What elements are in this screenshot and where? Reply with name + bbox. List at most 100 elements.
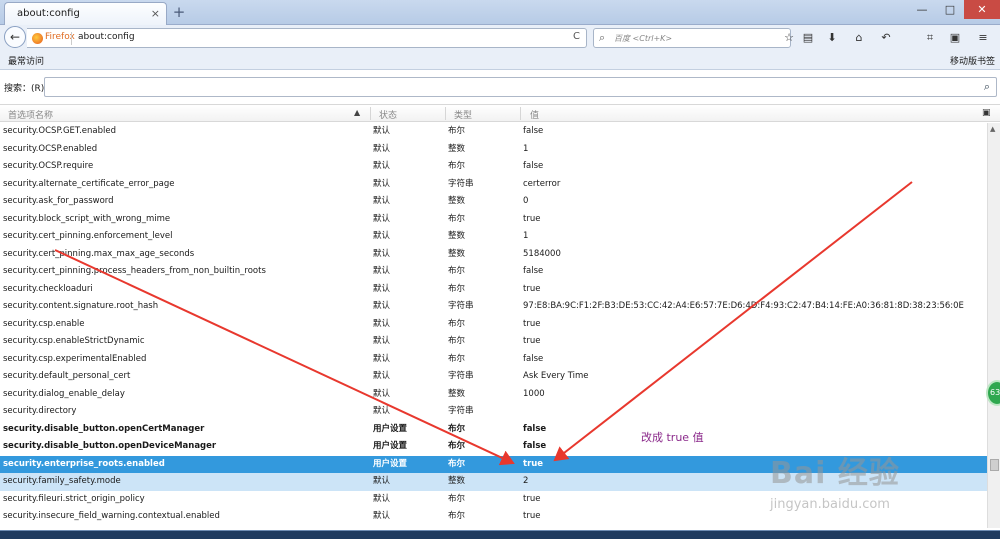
- scroll-up-icon[interactable]: ▲: [990, 125, 995, 133]
- pref-value: false: [523, 353, 544, 364]
- maximize-button[interactable]: □: [936, 0, 964, 19]
- table-row[interactable]: security.ask_for_password 默认 整数 0: [0, 193, 987, 211]
- table-row[interactable]: security.cert_pinning.max_max_age_second…: [0, 246, 987, 264]
- pref-name: security.OCSP.enabled: [3, 143, 98, 154]
- close-window-button[interactable]: ✕: [964, 0, 1000, 19]
- filter-bar: 搜索：(R) ⌕: [0, 71, 1000, 101]
- pref-value: true: [523, 283, 541, 294]
- pref-type: 字符串: [448, 406, 474, 416]
- pref-type: 整数: [448, 476, 466, 486]
- pref-type: 布尔: [448, 126, 466, 136]
- pref-status: 默认: [373, 283, 391, 294]
- search-engine-icon[interactable]: ⌕: [599, 31, 605, 45]
- back-button[interactable]: ←: [4, 26, 26, 48]
- table-row[interactable]: security.OCSP.enabled 默认 整数 1: [0, 141, 987, 159]
- pref-type: 布尔: [448, 318, 466, 329]
- column-header-value[interactable]: 值: [530, 108, 539, 121]
- column-header-name[interactable]: 首选项名称: [8, 108, 53, 121]
- home-icon[interactable]: ⌂: [851, 30, 867, 46]
- tab-close-icon[interactable]: ×: [151, 7, 160, 20]
- column-divider[interactable]: [520, 107, 521, 120]
- column-header-status[interactable]: 状态: [379, 108, 397, 121]
- pref-name: security.OCSP.GET.enabled: [3, 126, 117, 136]
- pref-type: 整数: [448, 143, 466, 154]
- pref-status: 默认: [373, 126, 391, 136]
- table-row[interactable]: security.family_safety.mode 默认 整数 2: [0, 473, 987, 491]
- menu-icon[interactable]: ≡: [975, 30, 991, 46]
- pref-status: 默认: [373, 196, 391, 206]
- table-row[interactable]: security.csp.experimentalEnabled 默认 布尔 fals…: [0, 351, 987, 369]
- pref-type: 字符串: [448, 301, 474, 311]
- table-row[interactable]: security.disable_button.openDeviceManage…: [0, 438, 987, 456]
- download-icon[interactable]: ⬇: [824, 30, 840, 46]
- pref-name: security.checkloaduri: [3, 283, 93, 294]
- table-row[interactable]: security.cert_pinning.enforcement_level 默…: [0, 228, 987, 246]
- pref-name: security.cert_pinning.max_max_age_second…: [3, 248, 195, 259]
- table-row[interactable]: security.block_script_with_wrong_mime 默认 布…: [0, 211, 987, 229]
- table-row[interactable]: security.default_personal_cert 默认 字符串 Ask E…: [0, 368, 987, 386]
- table-row[interactable]: security.checkloaduri 默认 布尔 true: [0, 281, 987, 299]
- table-row[interactable]: security.csp.enableStrictDynamic 默认 布尔 true: [0, 333, 987, 351]
- scrollbar-thumb[interactable]: [990, 459, 999, 471]
- table-row[interactable]: security.csp.enable 默认 布尔 true: [0, 316, 987, 334]
- vertical-scrollbar[interactable]: ▲: [987, 123, 1000, 528]
- column-divider[interactable]: [445, 107, 446, 120]
- table-row[interactable]: security.OCSP.require 默认 布尔 false: [0, 158, 987, 176]
- minimize-button[interactable]: —: [908, 0, 936, 19]
- pref-name: security.content.signature.root_hash: [3, 301, 159, 311]
- pref-status: 默认: [373, 318, 391, 329]
- column-divider[interactable]: [370, 107, 371, 120]
- annotation-text: 改成 true 值: [641, 431, 704, 444]
- table-row[interactable]: security.fileuri.strict_origin_policy 默认 布…: [0, 491, 987, 509]
- pref-status: 默认: [373, 476, 391, 486]
- table-row[interactable]: security.cert_pinning.process_headers_fr…: [0, 263, 987, 281]
- pref-type: 字符串: [448, 178, 474, 189]
- table-row[interactable]: security.insecure_field_warning.contextu…: [0, 508, 987, 526]
- pref-type: 布尔: [448, 458, 466, 469]
- filter-input[interactable]: ⌕: [44, 77, 997, 97]
- pref-value: Ask Every Time: [523, 371, 589, 381]
- undo-icon[interactable]: ↶: [878, 30, 894, 46]
- pref-value: true: [523, 511, 541, 521]
- star-icon[interactable]: ☆: [781, 30, 797, 46]
- table-row[interactable]: security.enterprise_roots.enabled 用户设置 布尔 t…: [0, 455, 987, 473]
- pref-value: false: [523, 126, 544, 136]
- pref-value: 1000: [523, 388, 545, 399]
- mobile-bookmarks[interactable]: 移动版书签: [950, 54, 995, 67]
- table-row[interactable]: security.OCSP.GET.enabled 默认 布尔 false: [0, 123, 987, 141]
- pref-value: 2: [523, 476, 529, 486]
- pref-type: 布尔: [448, 283, 466, 294]
- reload-icon[interactable]: C: [573, 31, 580, 42]
- pref-type: 布尔: [448, 266, 466, 276]
- pref-type: 布尔: [448, 493, 466, 504]
- pref-type: 整数: [448, 231, 466, 241]
- column-header-type[interactable]: 类型: [454, 108, 472, 121]
- pref-name: security.default_personal_cert: [3, 371, 131, 381]
- new-tab-button[interactable]: +: [170, 3, 188, 21]
- pref-status: 默认: [373, 406, 391, 416]
- tab-about-config[interactable]: about:config ×: [4, 2, 167, 25]
- table-row[interactable]: security.disable_button.openCertManager 用…: [0, 421, 987, 439]
- crop-icon[interactable]: ⌗: [922, 30, 938, 46]
- pref-status: 默认: [373, 511, 391, 521]
- reader-icon[interactable]: ▤: [800, 30, 816, 46]
- table-row[interactable]: security.content.signature.root_hash 默认 字符…: [0, 298, 987, 316]
- pref-value: 0: [523, 196, 529, 206]
- table-row[interactable]: security.directory 默认 字符串: [0, 403, 987, 421]
- table-row[interactable]: security.alternate_certificate_error_pag…: [0, 176, 987, 194]
- pref-status: 默认: [373, 213, 391, 224]
- pref-value: certerror: [523, 178, 561, 189]
- pref-name: security.csp.enable: [3, 318, 85, 329]
- pref-type: 布尔: [448, 161, 466, 171]
- url-bar[interactable]: Firefox about:config C: [27, 28, 587, 48]
- most-visited-bookmark[interactable]: 最常访问: [8, 54, 44, 67]
- pref-status: 默认: [373, 493, 391, 504]
- search-icon[interactable]: ⌕: [984, 80, 990, 94]
- table-row[interactable]: security.dialog_enable_delay 默认 整数 1000: [0, 386, 987, 404]
- screenshot-icon[interactable]: ▣: [947, 30, 963, 46]
- search-bar[interactable]: ⌕ 百度 <Ctrl+K>: [593, 28, 791, 48]
- pref-name: security.OCSP.require: [3, 161, 94, 171]
- column-picker-icon[interactable]: ▣: [982, 108, 991, 118]
- pref-name: security.dialog_enable_delay: [3, 388, 125, 399]
- url-text[interactable]: about:config: [78, 32, 135, 42]
